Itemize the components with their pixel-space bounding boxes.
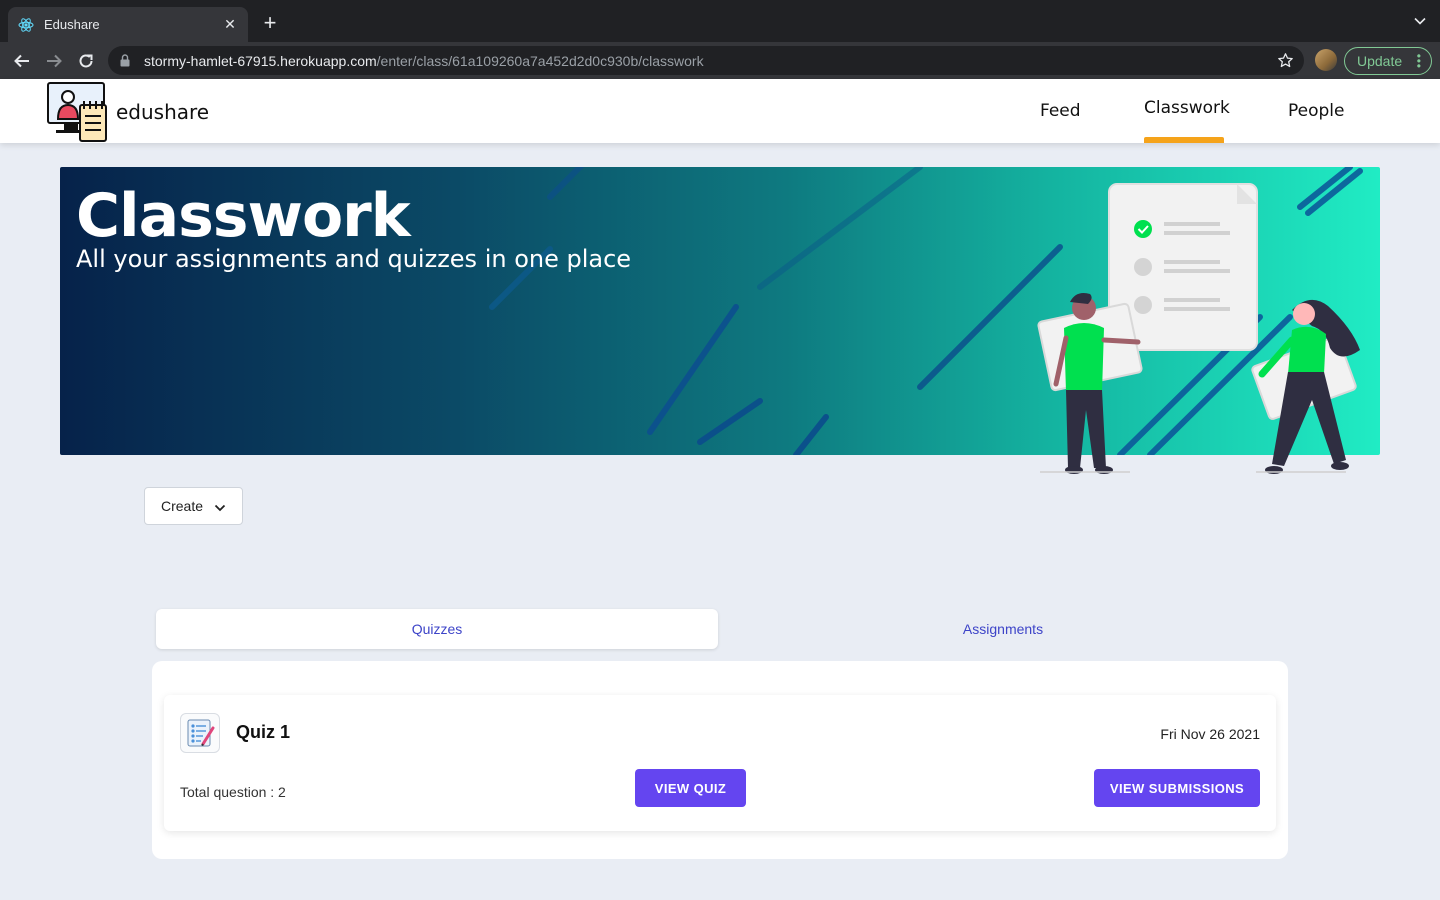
tab-assignments[interactable]: Assignments [722,609,1284,649]
banner-title: Classwork [76,181,411,251]
react-icon [18,17,34,33]
chevron-down-icon [214,501,226,517]
people-checklist-illustration [1037,183,1360,474]
create-label: Create [161,498,204,514]
classwork-tabs: Quizzes Assignments [156,609,1288,649]
view-quiz-button[interactable]: VIEW QUIZ [635,769,746,807]
forward-icon[interactable] [43,50,65,72]
quizzes-panel: Quiz 1 Fri Nov 26 2021 Total question : … [152,661,1288,859]
quiz-title[interactable]: Quiz 1 [236,722,290,743]
update-button[interactable]: Update • • • [1344,47,1432,75]
browser-tab[interactable]: Edushare ✕ [8,7,248,42]
new-tab-button[interactable]: + [258,12,282,34]
nav-feed[interactable]: Feed [1040,101,1081,121]
update-label: Update [1357,53,1403,69]
back-icon[interactable] [11,50,33,72]
reload-icon[interactable] [75,50,97,72]
browser-toolbar: stormy-hamlet-67915.herokuapp.com/enter/… [0,42,1440,79]
edushare-logo-icon[interactable] [46,81,110,143]
create-dropdown-button[interactable]: Create [144,487,243,525]
url-path: /enter/class/61a109260a7a452d2d0c930b/cl… [376,52,704,69]
quiz-date: Fri Nov 26 2021 [1160,726,1260,742]
active-nav-indicator [1144,137,1224,143]
nav-people[interactable]: People [1288,101,1344,121]
lock-icon [120,54,134,68]
quiz-question-count: Total question : 2 [180,784,286,800]
chevron-down-icon[interactable] [1414,14,1426,32]
more-menu-icon[interactable]: • • • [1417,50,1421,72]
tab-title: Edushare [44,17,100,32]
url-host: stormy-hamlet-67915.herokuapp.com [144,52,377,69]
banner-subtitle: All your assignments and quizzes in one … [76,245,632,273]
nav-classwork[interactable]: Classwork [1144,98,1230,118]
profile-avatar[interactable] [1315,49,1337,71]
quiz-document-icon [180,713,220,753]
app-navbar: edushare Feed Classwork People [0,79,1440,143]
view-submissions-button[interactable]: VIEW SUBMISSIONS [1094,769,1260,807]
brand-name[interactable]: edushare [116,100,209,124]
tab-quizzes[interactable]: Quizzes [156,609,718,649]
address-bar[interactable]: stormy-hamlet-67915.herokuapp.com/enter/… [108,46,1304,75]
quiz-card: Quiz 1 Fri Nov 26 2021 Total question : … [164,695,1276,831]
bookmark-star-icon[interactable] [1277,52,1294,74]
browser-tabbar: Edushare ✕ + [0,0,1440,42]
close-tab-icon[interactable]: ✕ [222,16,238,33]
